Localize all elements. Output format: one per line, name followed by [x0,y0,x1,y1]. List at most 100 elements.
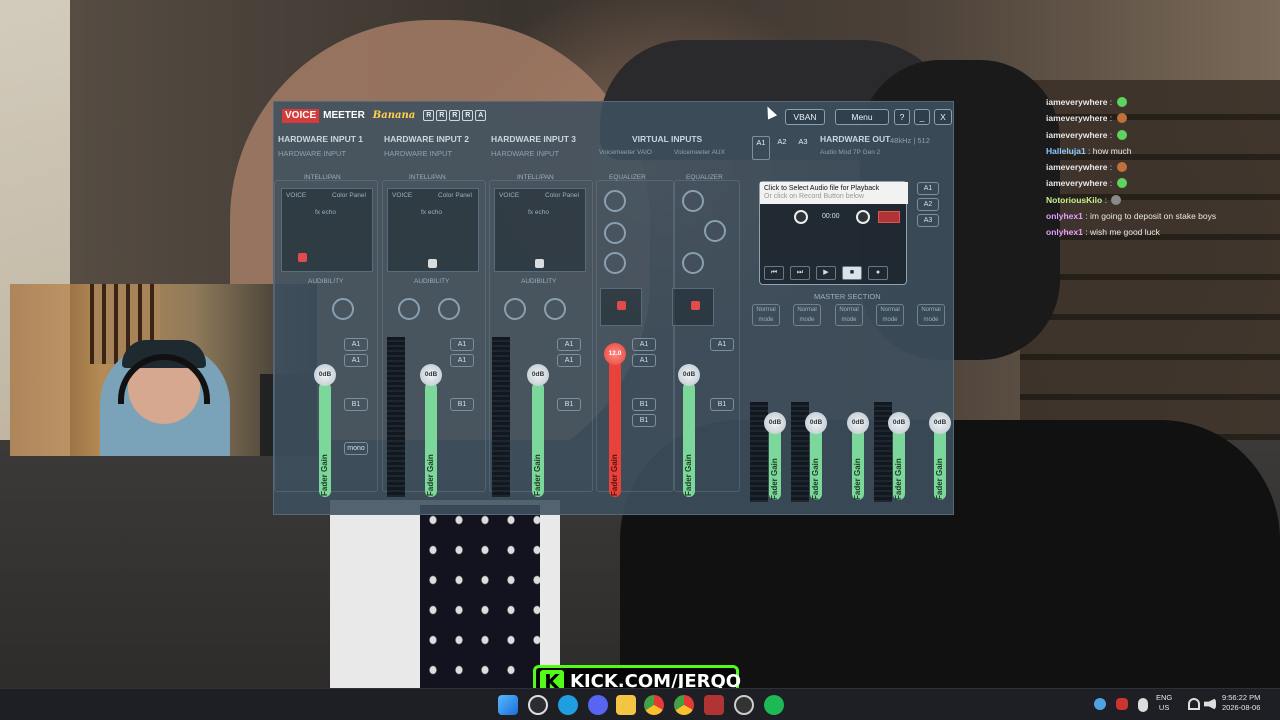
fader-knob[interactable]: 0dB [527,364,549,386]
rewind-button[interactable]: ⏮ [764,266,784,280]
vban-button[interactable]: VBAN [785,109,825,125]
play-button[interactable]: ▶ [816,266,836,280]
audibility-knob[interactable] [504,298,526,320]
virtual-fx-pad-1[interactable] [600,288,642,326]
route-a1-button[interactable]: A1 [632,354,656,367]
chat-username[interactable]: onlyhex1 [1046,211,1083,221]
audibility-knob[interactable] [332,298,354,320]
bus-a3-select[interactable]: A3 [917,214,939,227]
chat-username[interactable]: iameverywhere [1046,178,1107,188]
route-b1-button[interactable]: B1 [632,398,656,411]
master-fader-knob[interactable]: 0dB [764,412,786,434]
record-button[interactable]: ● [868,266,888,280]
intellipan-pad-1[interactable]: VOICE Color Panel fx echo [281,188,373,272]
intellipan-cursor[interactable] [428,259,437,268]
master-mode-button[interactable]: Normal mode [752,304,780,326]
hw-input-3-header[interactable]: HARDWARE INPUT 3 [491,134,576,144]
master-fader-knob[interactable]: 0dB [805,412,827,434]
chat-username[interactable]: Halleluja1 [1046,146,1086,156]
tray-app-icon[interactable] [1116,698,1128,710]
intellipan-pad-3[interactable]: VOICE Color Panel fx echo [494,188,586,272]
bus-a3-button[interactable]: A3 [794,136,812,160]
hw-input-1-header[interactable]: HARDWARE INPUT 1 [278,134,363,144]
fx-pad-cursor[interactable] [691,301,700,310]
file-explorer-icon[interactable] [616,695,636,715]
voicemeeter-titlebar[interactable]: VOICE MEETER Banana R R R R A VBAN Menu … [274,102,955,130]
mono-button[interactable]: mono [344,442,368,455]
bus-a1-select[interactable]: A1 [917,182,939,195]
master-fader-knob[interactable]: 0dB [929,412,951,434]
intellipan-cursor[interactable] [298,253,307,262]
search-icon[interactable] [528,695,548,715]
fader-knob[interactable]: 0dB [314,364,336,386]
fader-knob[interactable]: 12.0 [604,343,626,365]
bus-a2-button[interactable]: A2 [773,136,791,160]
language-indicator[interactable]: ENG US [1156,693,1172,713]
eq-knob[interactable] [604,190,626,212]
microphone-icon[interactable] [1138,698,1148,712]
route-a1-button[interactable]: A1 [557,338,581,351]
bus-a2-select[interactable]: A2 [917,198,939,211]
virtual-fx-pad-2[interactable] [672,288,714,326]
audibility-knob[interactable] [544,298,566,320]
route-a1-button[interactable]: A1 [710,338,734,351]
spotify-icon[interactable] [764,695,784,715]
intellipan-cursor[interactable] [535,259,544,268]
route-a1-button[interactable]: A1 [450,354,474,367]
discord-icon[interactable] [588,695,608,715]
master-mode-button[interactable]: Normal mode [917,304,945,326]
audibility-knob[interactable] [398,298,420,320]
master-mode-button[interactable]: Normal mode [835,304,863,326]
menu-button[interactable]: Menu [835,109,889,125]
master-mode-button[interactable]: Normal mode [876,304,904,326]
close-button[interactable]: X [934,109,952,125]
eq-knob[interactable] [682,190,704,212]
hw-input-2-device[interactable]: HARDWARE INPUT [384,149,452,158]
chat-username[interactable]: iameverywhere [1046,113,1107,123]
minimize-button[interactable]: _ [914,109,930,125]
fast-forward-button[interactable]: ⏭ [790,266,810,280]
start-button-icon[interactable] [498,695,518,715]
route-a1-button[interactable]: A1 [344,338,368,351]
route-b1-button[interactable]: B1 [344,398,368,411]
eq-knob[interactable] [604,252,626,274]
eq-knob[interactable] [682,252,704,274]
clock[interactable]: 9:56:22 PM 2026-08-06 [1222,693,1260,713]
route-b1-button[interactable]: B1 [632,414,656,427]
chrome-profile-icon[interactable] [674,695,694,715]
volume-icon[interactable] [1204,698,1216,710]
onedrive-icon[interactable] [1094,698,1106,710]
hw-input-3-device[interactable]: HARDWARE INPUT [491,149,559,158]
eq-knob[interactable] [604,222,626,244]
chat-username[interactable]: NotoriousKilo [1046,195,1102,205]
route-a1-button[interactable]: A1 [632,338,656,351]
chat-username[interactable]: iameverywhere [1046,162,1107,172]
edge-icon[interactable] [558,695,578,715]
route-b1-button[interactable]: B1 [450,398,474,411]
chrome-icon[interactable] [644,695,664,715]
route-a1-button[interactable]: A1 [557,354,581,367]
voicemeeter-taskbar-icon[interactable] [704,695,724,715]
eq-knob[interactable] [704,220,726,242]
help-button[interactable]: ? [894,109,910,125]
stop-button[interactable]: ■ [842,266,862,280]
hw-input-2-header[interactable]: HARDWARE INPUT 2 [384,134,469,144]
fader-knob[interactable]: 0dB [678,364,700,386]
intellipan-pad-2[interactable]: VOICE Color Panel fx echo [387,188,479,272]
fx-pad-cursor[interactable] [617,301,626,310]
master-mode-button[interactable]: Normal mode [793,304,821,326]
master-fader-knob[interactable]: 0dB [888,412,910,434]
chat-username[interactable]: iameverywhere [1046,130,1107,140]
hw-input-1-device[interactable]: HARDWARE INPUT [278,149,346,158]
fader-knob[interactable]: 0dB [420,364,442,386]
cassette-player[interactable]: Click to Select Audio file for Playback … [759,181,908,285]
voicemeeter-window[interactable]: VOICE MEETER Banana R R R R A VBAN Menu … [273,101,954,515]
chat-username[interactable]: onlyhex1 [1046,227,1083,237]
wifi-icon[interactable] [1188,698,1200,710]
hardware-out-header[interactable]: HARDWARE OUT [820,134,890,144]
audibility-knob[interactable] [438,298,460,320]
route-b1-button[interactable]: B1 [710,398,734,411]
chat-username[interactable]: iameverywhere [1046,97,1107,107]
bus-a1-button[interactable]: A1 [752,136,770,160]
route-a1-button[interactable]: A1 [344,354,368,367]
